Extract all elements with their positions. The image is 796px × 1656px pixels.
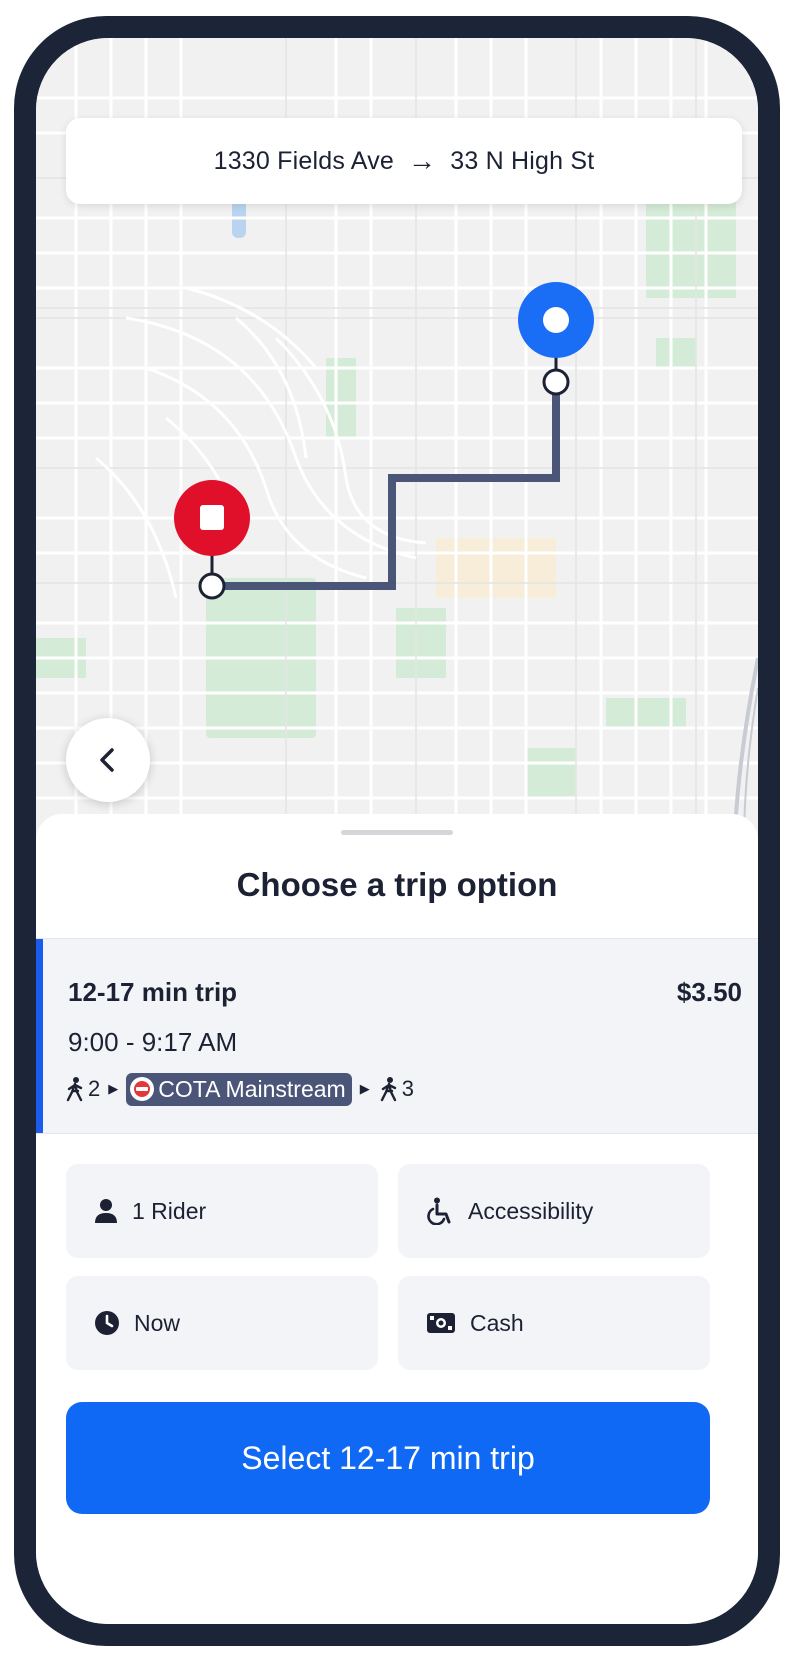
accessibility-option[interactable]: Accessibility	[398, 1164, 710, 1258]
time-option[interactable]: Now	[66, 1276, 378, 1370]
sheet-drag-handle[interactable]	[341, 830, 453, 835]
route-name: COTA Mainstream	[158, 1075, 346, 1102]
walking-person-icon	[66, 1077, 83, 1102]
trip-price: $3.50	[676, 977, 742, 1007]
time-label: Now	[134, 1309, 181, 1336]
walk-before-minutes: 2	[88, 1076, 101, 1101]
app-screen: 1330 Fields Ave → 33 N High St Choose a …	[36, 38, 758, 1624]
trip-options-sheet: Choose a trip option 12-17 min trip $3.5…	[36, 814, 758, 1624]
trip-option-card[interactable]: 12-17 min trip $3.50 9:00 - 9:17 AM 2 ▶	[36, 938, 758, 1134]
trip-address-bar[interactable]: 1330 Fields Ave → 33 N High St	[66, 118, 742, 204]
payment-label: Cash	[470, 1309, 524, 1336]
walk-after-minutes: 3	[401, 1076, 414, 1101]
sheet-title: Choose a trip option	[236, 866, 558, 903]
chevron-left-icon	[100, 748, 114, 772]
payment-option[interactable]: Cash	[398, 1276, 710, 1370]
accessibility-label: Accessibility	[468, 1197, 594, 1224]
stop-square-marker-icon	[174, 480, 250, 556]
route-badge: COTA Mainstream	[126, 1072, 352, 1106]
person-icon	[95, 1199, 117, 1223]
caret-right-icon: ▶	[108, 1081, 119, 1096]
blue-ring-marker-icon	[518, 282, 594, 358]
select-trip-button[interactable]: Select 12-17 min trip	[66, 1402, 710, 1514]
trip-legs: 2 ▶ COTA Mainstream ▶ 3	[64, 1069, 414, 1109]
riders-label: 1 Rider	[132, 1197, 207, 1224]
agency-logo-icon	[130, 1077, 155, 1101]
wheelchair-icon	[427, 1197, 451, 1225]
destination-address: 33 N High St	[450, 146, 595, 175]
phone-frame: 1330 Fields Ave → 33 N High St Choose a …	[14, 16, 780, 1646]
arrow-right-icon: →	[408, 145, 437, 176]
trip-time-range: 9:00 - 9:17 AM	[68, 1027, 238, 1057]
clock-icon	[95, 1311, 119, 1335]
route-end-dot	[542, 368, 570, 396]
cash-icon	[427, 1313, 455, 1333]
selected-indicator	[36, 939, 43, 1133]
origin-address: 1330 Fields Ave	[213, 146, 395, 175]
walking-person-icon	[380, 1077, 396, 1102]
trip-duration: 12-17 min trip	[68, 977, 238, 1007]
route-start-dot	[198, 572, 226, 600]
back-button[interactable]	[66, 718, 150, 802]
caret-right-icon: ▶	[359, 1081, 370, 1096]
riders-option[interactable]: 1 Rider	[66, 1164, 378, 1258]
